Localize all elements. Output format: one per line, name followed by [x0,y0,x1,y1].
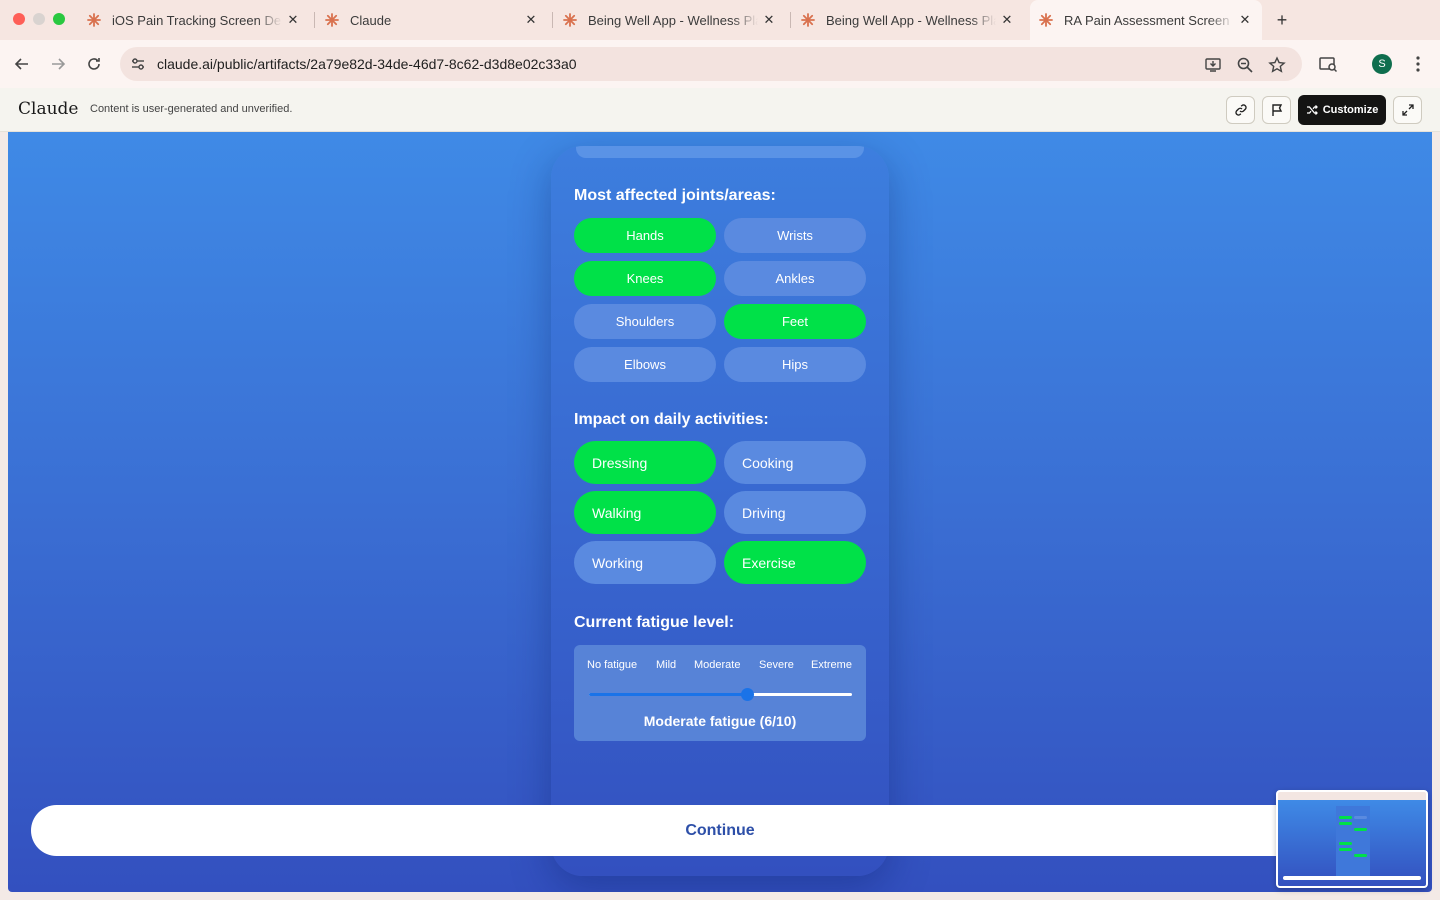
claude-favicon-icon [800,12,816,28]
joint-chip-knees[interactable]: Knees [574,261,716,296]
artifact-header: Claude Content is user-generated and unv… [0,88,1440,132]
fatigue-panel: No fatigue Mild Moderate Severe Extreme … [574,645,866,741]
joints-section-title: Most affected joints/areas: [574,187,776,204]
fatigue-scale-label: Mild [656,659,677,671]
tab-separator [552,12,553,28]
fatigue-scale-label: Severe [759,659,794,671]
tab-title: Claude [350,12,392,28]
joint-chip-hands[interactable]: Hands [574,218,716,253]
activity-chip-driving[interactable]: Driving [724,491,866,534]
browser-tab[interactable]: iOS Pain Tracking Screen Des ✕ [78,0,310,40]
expand-icon [1401,104,1414,116]
shuffle-icon [1306,105,1318,115]
fatigue-slider[interactable] [589,688,852,701]
browser-toolbar: claude.ai/public/artifacts/2a79e82d-34de… [0,40,1440,88]
customize-label: Customize [1322,104,1379,116]
address-bar[interactable]: claude.ai/public/artifacts/2a79e82d-34de… [120,47,1302,81]
browser-tab-active[interactable]: RA Pain Assessment Screen | ✕ [1030,0,1262,40]
fatigue-value-text: Moderate fatigue (6/10) [643,713,797,729]
activity-chip-cooking[interactable]: Cooking [724,441,866,484]
claude-favicon-icon [562,12,578,28]
new-tab-icon[interactable]: + [1272,10,1292,30]
fatigue-scale-label: No fatigue [587,659,638,671]
thumbnail-chip [1339,822,1352,825]
tab-search-icon[interactable] [1316,52,1340,76]
zoom-icon[interactable] [1236,56,1254,74]
claude-favicon-icon [324,12,340,28]
tab-title: RA Pain Assessment Screen | [1064,12,1234,28]
artifact-preview-thumbnail[interactable] [1276,790,1428,888]
assessment-phone-card: Most affected joints/areas: Hands Wrists K… [551,146,889,876]
activity-chip-working[interactable]: Working [574,541,716,584]
reload-icon[interactable] [82,52,106,76]
fatigue-section-title: Current fatigue level: [574,614,735,631]
tab-separator [314,12,315,28]
fatigue-scale-label: Extreme [811,659,852,671]
back-icon[interactable] [10,52,34,76]
thumbnail-phone [1336,806,1370,878]
thumbnail-chip [1354,854,1367,857]
browser-tab[interactable]: Being Well App - Wellness Pla ✕ [792,0,1024,40]
thumbnail-chip [1354,828,1367,831]
copy-link-button[interactable] [1226,96,1255,124]
previous-section-edge [576,146,864,158]
joint-chip-elbows[interactable]: Elbows [574,347,716,382]
url-text: claude.ai/public/artifacts/2a79e82d-34de… [157,56,577,72]
close-tab-icon[interactable]: ✕ [524,13,538,27]
link-icon [1234,104,1247,116]
joint-chip-feet[interactable]: Feet [724,304,866,339]
thumbnail-chip [1354,816,1367,819]
claude-logo[interactable]: Claude [18,99,78,119]
minimize-window-button[interactable] [33,13,45,25]
browser-tab[interactable]: Being Well App - Wellness Pla ✕ [554,0,786,40]
tab-title: Being Well App - Wellness Pla [588,12,758,28]
tab-title: Being Well App - Wellness Pla [826,12,996,28]
forward-icon[interactable] [46,52,70,76]
joint-chip-hips[interactable]: Hips [724,347,866,382]
report-button[interactable] [1262,96,1291,124]
thumbnail-chip [1339,816,1352,819]
maximize-window-button[interactable] [53,13,65,25]
tab-title: iOS Pain Tracking Screen Des [112,12,282,28]
activity-chip-dressing[interactable]: Dressing [574,441,716,484]
claude-favicon-icon [1038,12,1054,28]
flag-icon [1271,104,1282,116]
thumbnail-continue-bar [1283,876,1421,880]
artifact-canvas: Most affected joints/areas: Hands Wrists K… [8,132,1432,892]
more-menu-icon[interactable] [1406,52,1430,76]
fatigue-slider-thumb[interactable] [740,688,754,701]
joint-chip-wrists[interactable]: Wrists [724,218,866,253]
activity-chip-walking[interactable]: Walking [574,491,716,534]
install-app-icon[interactable] [1204,56,1222,74]
joint-chip-ankles[interactable]: Ankles [724,261,866,296]
close-tab-icon[interactable]: ✕ [762,13,776,27]
browser-tab-strip: iOS Pain Tracking Screen Des ✕ Claude ✕ … [0,0,1440,40]
continue-button[interactable]: Continue [31,805,1409,856]
browser-tab[interactable]: Claude ✕ [316,0,548,40]
fatigue-slider-fill [589,693,747,696]
bookmark-star-icon[interactable] [1268,56,1286,74]
close-tab-icon[interactable]: ✕ [286,13,300,27]
thumbnail-chip [1339,848,1352,851]
fatigue-scale-label: Moderate [694,659,741,671]
tab-separator [790,12,791,28]
content-disclaimer: Content is user-generated and unverified… [90,103,293,115]
joint-chip-shoulders[interactable]: Shoulders [574,304,716,339]
close-tab-icon[interactable]: ✕ [1000,13,1014,27]
profile-avatar[interactable]: S [1372,54,1392,74]
activity-chip-exercise[interactable]: Exercise [724,541,866,584]
thumbnail-chip [1339,842,1352,845]
customize-button[interactable]: Customize [1298,95,1386,125]
activities-section-title: Impact on daily activities: [574,411,769,428]
close-window-button[interactable] [13,13,25,25]
site-settings-icon[interactable] [130,56,146,72]
claude-favicon-icon [86,12,102,28]
close-tab-icon[interactable]: ✕ [1238,13,1252,27]
fullscreen-button[interactable] [1393,96,1422,124]
